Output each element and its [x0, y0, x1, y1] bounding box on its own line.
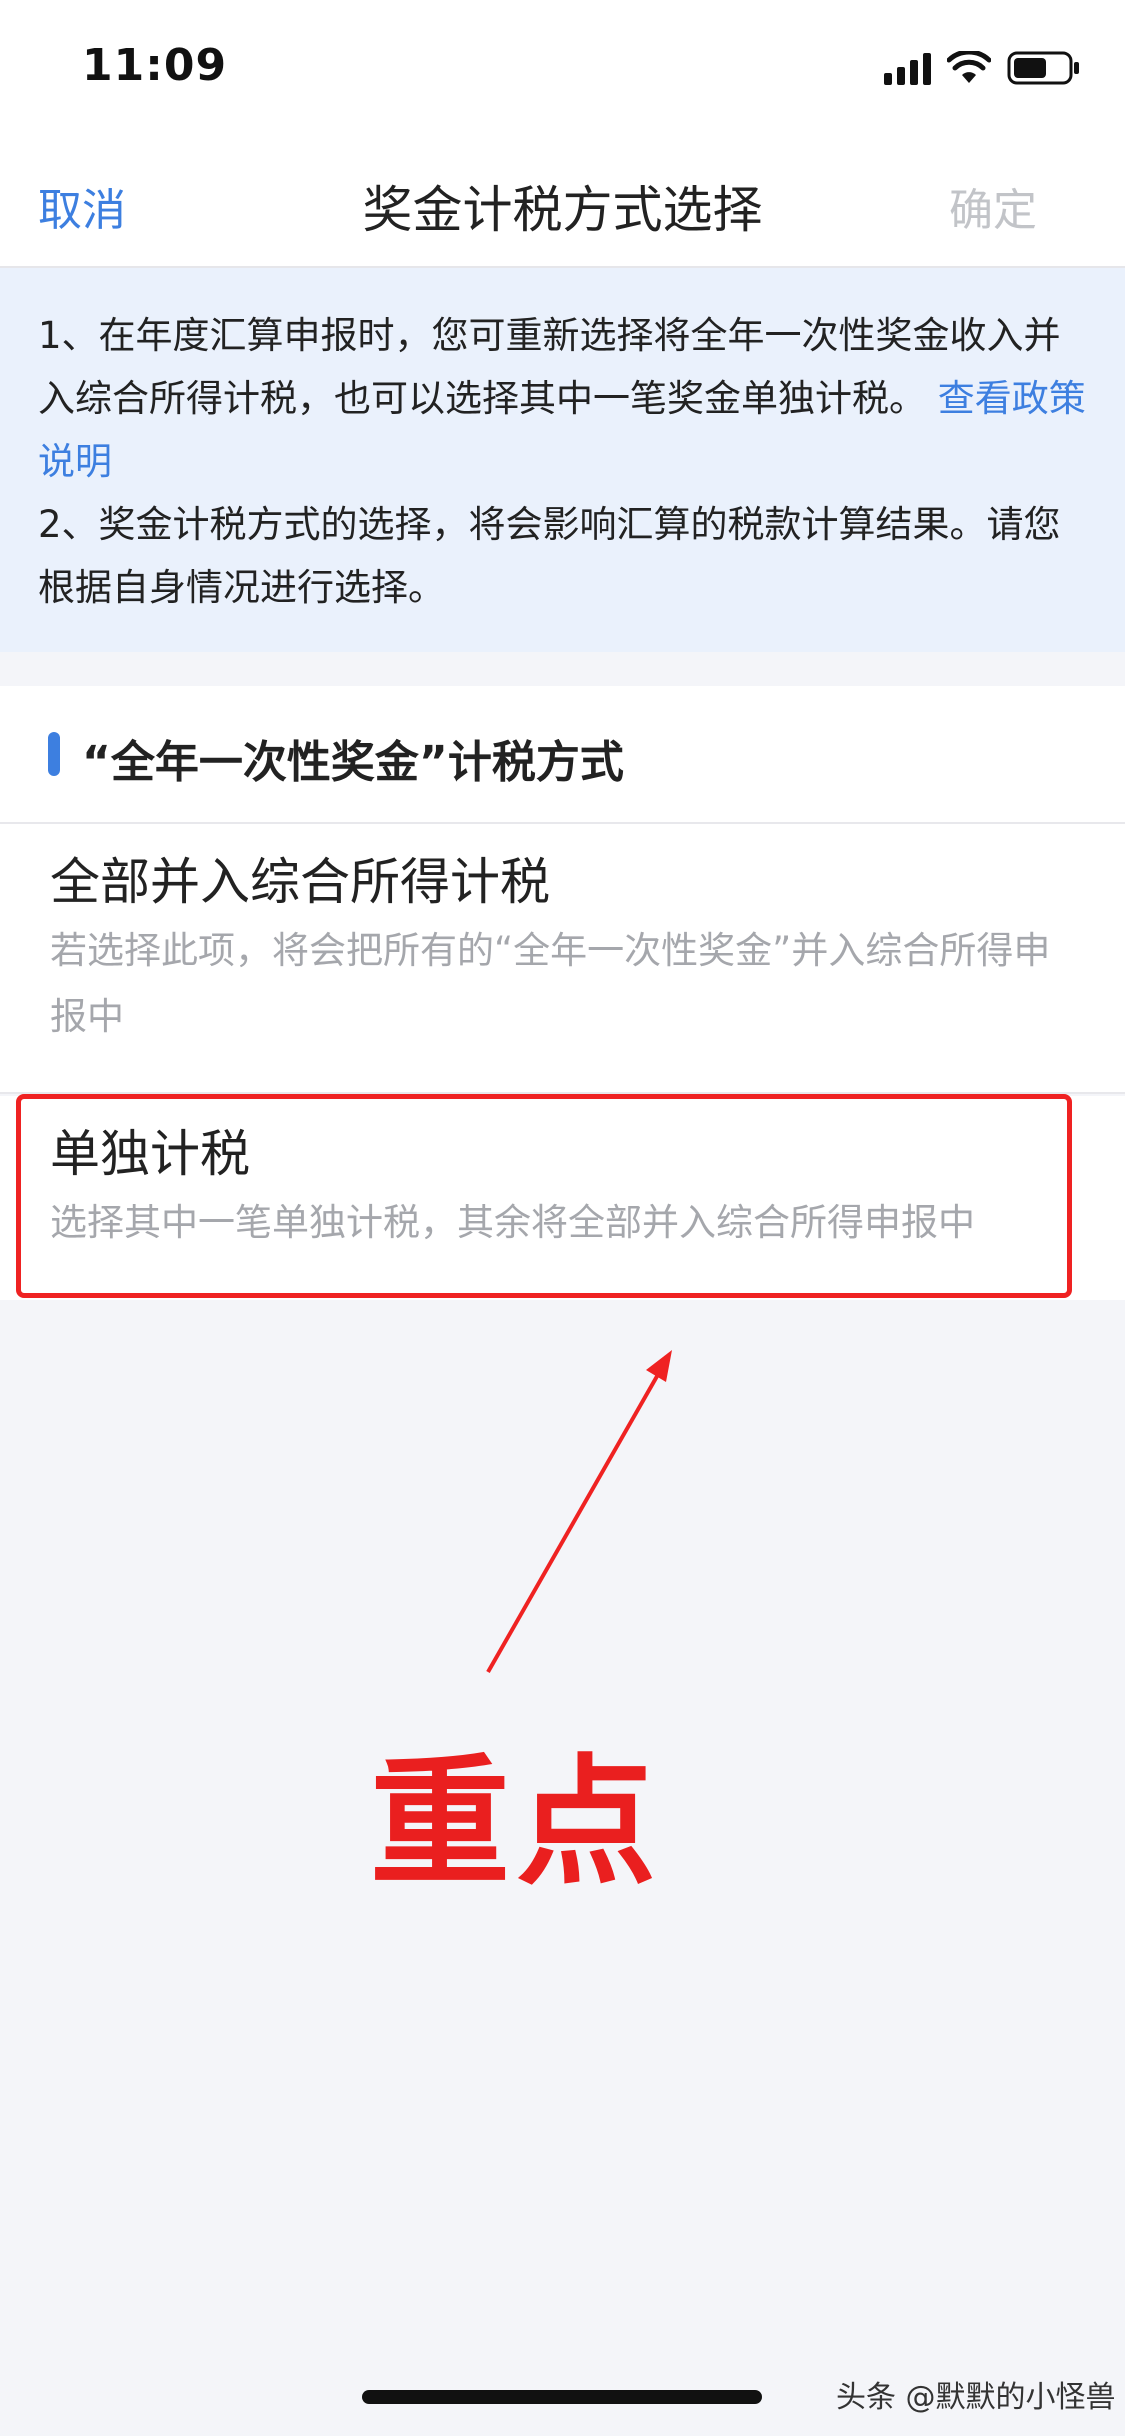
annotation-label: 重点 [370, 1742, 663, 1905]
annotation-arrow-icon [486, 1350, 672, 1673]
watermark: 头条 @默默的小怪兽 [836, 2380, 1116, 2415]
home-indicator[interactable] [362, 2390, 762, 2404]
